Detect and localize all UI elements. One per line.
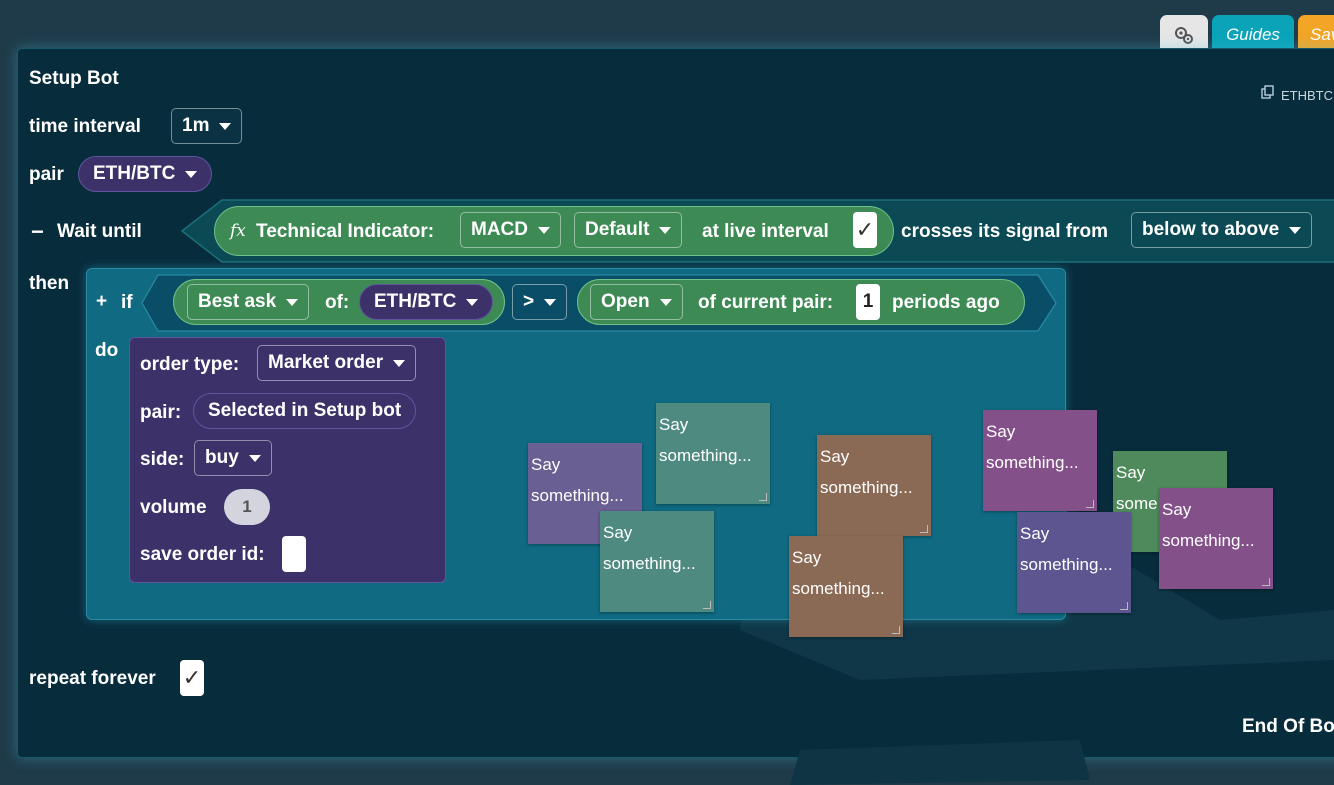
candle-dropdown[interactable]: Open <box>590 284 683 320</box>
comment-note[interactable]: Say something... <box>817 435 931 536</box>
resize-handle-icon[interactable] <box>1262 578 1270 586</box>
chevron-down-icon <box>544 298 557 306</box>
comment-note[interactable]: Say something... <box>1017 512 1131 613</box>
preset-dropdown[interactable]: Default <box>574 212 683 248</box>
resize-handle-icon[interactable] <box>703 601 711 609</box>
direction-value: below to above <box>1142 219 1280 240</box>
comment-note[interactable]: Say something... <box>983 410 1097 511</box>
comment-note-line: Say <box>1020 524 1050 543</box>
collapse-wait-button[interactable]: − <box>31 219 44 245</box>
price-type-value: Best ask <box>198 291 277 312</box>
price-type-dropdown[interactable]: Best ask <box>187 284 310 320</box>
repeat-forever-checkbox[interactable]: ✓ <box>180 660 204 696</box>
comment-note-line: something... <box>603 554 696 573</box>
comment-note[interactable]: Say something... <box>789 536 903 637</box>
time-interval-label: time interval <box>29 116 141 137</box>
current-pair-label: of current pair: <box>698 292 834 313</box>
comment-note[interactable]: Say something... <box>600 511 714 612</box>
comment-note-line: something... <box>1020 555 1113 574</box>
comment-note-line: something... <box>1162 531 1255 550</box>
chevron-down-icon <box>466 298 479 306</box>
end-of-bot-label: End Of Bo <box>1242 716 1334 737</box>
repeat-forever-label: repeat forever <box>29 668 156 689</box>
comment-note-line: Say <box>1116 463 1146 482</box>
comment-note[interactable]: Say something... <box>656 403 770 504</box>
order-type-value: Market order <box>268 352 384 373</box>
pair-label: pair <box>29 164 64 185</box>
chevron-down-icon <box>185 170 198 178</box>
crosses-label: crosses its signal from <box>901 221 1108 242</box>
chevron-down-icon <box>286 298 299 306</box>
live-interval-label: at live interval <box>702 221 829 242</box>
resize-handle-icon[interactable] <box>1120 602 1128 610</box>
wait-until-label: Wait until <box>57 221 142 242</box>
chevron-down-icon <box>1289 226 1302 234</box>
setup-bot-title: Setup Bot <box>29 68 119 89</box>
pair-value: ETH/BTC <box>93 163 176 184</box>
order-pair-label: pair: <box>140 402 182 423</box>
then-label: then <box>29 273 70 294</box>
volume-label: volume <box>140 497 207 518</box>
periods-label: periods ago <box>892 292 1000 313</box>
resize-handle-icon[interactable] <box>920 525 928 533</box>
if-pair-value: ETH/BTC <box>374 291 457 312</box>
chevron-down-icon <box>659 226 672 234</box>
indicator-label: Technical Indicator: <box>256 221 435 242</box>
order-type-label: order type: <box>140 354 240 375</box>
comment-note-line: Say <box>603 523 633 542</box>
side-dropdown[interactable]: buy <box>194 440 272 476</box>
chevron-down-icon <box>393 359 406 367</box>
preset-value: Default <box>585 219 650 240</box>
comment-note[interactable]: Say something... <box>1159 488 1273 589</box>
comment-note-line: Say <box>986 422 1016 441</box>
chevron-down-icon <box>248 454 261 462</box>
operator-value: > <box>523 291 535 312</box>
comment-note-line: something... <box>792 579 885 598</box>
periods-input[interactable]: 1 <box>856 284 880 320</box>
pair-dropdown[interactable]: ETH/BTC <box>78 156 213 192</box>
order-type-dropdown[interactable]: Market order <box>257 345 417 381</box>
save-order-id-input[interactable] <box>282 536 306 572</box>
expand-if-button[interactable]: + <box>96 291 107 313</box>
if-label: if <box>121 292 133 313</box>
comment-note-line: Say <box>659 415 689 434</box>
of-label: of: <box>325 292 350 313</box>
comment-note-line: Say <box>820 447 850 466</box>
pair-tag: ETHBTC <box>1281 88 1333 103</box>
resize-handle-icon[interactable] <box>892 626 900 634</box>
comment-note-line: Say <box>792 548 822 567</box>
direction-dropdown[interactable]: below to above <box>1131 212 1313 248</box>
do-label: do <box>95 340 119 361</box>
live-interval-checkbox[interactable]: ✓ <box>853 212 877 248</box>
side-label: side: <box>140 449 185 470</box>
copy-icon[interactable] <box>1261 85 1275 99</box>
time-interval-value: 1m <box>182 115 210 136</box>
indicator-dropdown[interactable]: MACD <box>460 212 561 248</box>
comment-note-line: Say <box>531 455 561 474</box>
resize-handle-icon[interactable] <box>759 493 767 501</box>
comment-note-line: something... <box>659 446 752 465</box>
if-pair-dropdown[interactable]: ETH/BTC <box>359 284 494 320</box>
save-order-id-label: save order id: <box>140 544 265 565</box>
candle-value: Open <box>601 291 650 312</box>
chevron-down-icon <box>219 122 232 130</box>
comment-note-line: Say <box>1162 500 1192 519</box>
volume-input[interactable]: 1 <box>224 489 270 525</box>
gears-icon <box>1175 27 1193 44</box>
operator-dropdown[interactable]: > <box>512 284 568 320</box>
comment-note-line: something... <box>820 478 913 497</box>
resize-handle-icon[interactable] <box>1086 500 1094 508</box>
indicator-value: MACD <box>471 219 528 240</box>
order-pair-value[interactable]: Selected in Setup bot <box>193 393 417 429</box>
comment-note-line: something... <box>986 453 1079 472</box>
time-interval-dropdown[interactable]: 1m <box>171 108 243 144</box>
chevron-down-icon <box>538 226 550 234</box>
fx-icon: fx <box>230 221 246 241</box>
comment-note-line: something... <box>531 486 624 505</box>
side-value: buy <box>205 447 239 468</box>
chevron-down-icon <box>659 298 672 306</box>
